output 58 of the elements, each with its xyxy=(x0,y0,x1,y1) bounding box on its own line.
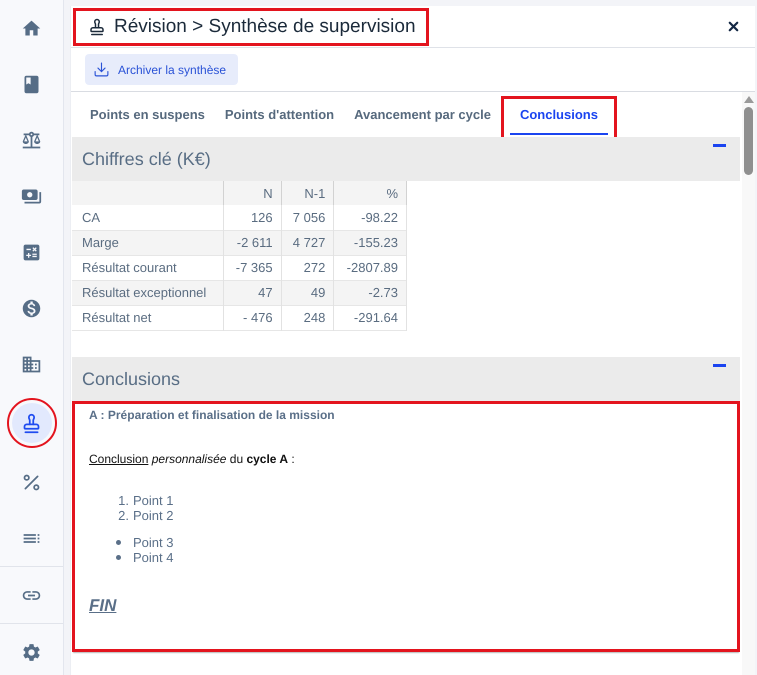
list-item-text: Point 2 xyxy=(133,508,174,522)
stamp-icon xyxy=(88,18,106,36)
minus-icon xyxy=(713,364,726,366)
conclusion-text: Conclusion personnalisée du cycle A : xyxy=(89,452,295,466)
table-cell: 49 xyxy=(281,280,334,305)
dollar-coin-icon xyxy=(21,298,42,318)
page-title: Révision > Synthèse de supervision xyxy=(114,16,416,38)
scrollbar-thumb[interactable] xyxy=(744,107,753,175)
table-cell: - 476 xyxy=(224,305,282,330)
archive-button[interactable]: Archiver la synthèse xyxy=(85,54,238,85)
list-item-text: Point 4 xyxy=(133,550,174,564)
stamp-icon xyxy=(21,412,42,434)
section-title: Chiffres clé (K€) xyxy=(82,149,211,170)
building-icon xyxy=(21,354,42,374)
minus-icon xyxy=(713,144,726,147)
list-number: 2. xyxy=(117,508,130,522)
download-icon xyxy=(93,61,110,78)
list-item-text: Point 1 xyxy=(133,492,174,508)
table-cell: 126 xyxy=(224,205,282,230)
table-cell: -7 365 xyxy=(224,255,282,280)
table-cell: 272 xyxy=(281,255,334,280)
close-icon xyxy=(726,19,741,34)
cycle-heading: A : Préparation et finalisation de la mission xyxy=(89,408,335,422)
table-cell: 248 xyxy=(281,305,334,330)
table-cell: -98.22 xyxy=(334,205,406,230)
tab[interactable]: Points en suspens xyxy=(80,98,215,135)
scrollbar[interactable] xyxy=(742,92,755,675)
table-cell: -2807.89 xyxy=(334,255,406,280)
settings-icon xyxy=(21,642,42,662)
table-cell: 47 xyxy=(224,280,282,305)
table-cell: 4 727 xyxy=(281,230,334,255)
close-button[interactable] xyxy=(726,19,741,34)
row-label: Résultat exceptionnel xyxy=(72,280,224,305)
scales-icon xyxy=(21,130,42,150)
table-cell: -2.73 xyxy=(334,280,406,305)
row-label: Marge xyxy=(72,230,224,255)
column-header: % xyxy=(334,181,406,205)
table-cell: -2 611 xyxy=(224,230,282,255)
tab[interactable]: Points d'attention xyxy=(214,98,344,135)
scroll-up-icon[interactable] xyxy=(744,96,754,103)
percent-icon xyxy=(21,472,42,492)
column-header: N-1 xyxy=(281,181,334,205)
list-item-text: Point 3 xyxy=(133,534,174,550)
closing-text: FIN xyxy=(89,596,116,616)
section-title: Conclusions xyxy=(82,368,180,390)
list-number: 1. xyxy=(117,492,130,508)
row-label: CA xyxy=(72,205,224,230)
tab[interactable]: Avancement par cycle xyxy=(344,98,501,135)
bullet-icon xyxy=(116,554,121,560)
table-cell: -291.64 xyxy=(334,305,406,330)
calculator-icon xyxy=(21,242,42,262)
table-cell: 7 056 xyxy=(281,205,334,230)
table-cell: -155.23 xyxy=(334,230,406,255)
bullet-icon xyxy=(116,540,121,544)
row-label: Résultat net xyxy=(72,305,224,330)
column-header: N xyxy=(224,181,282,205)
tab[interactable]: Conclusions xyxy=(510,98,608,135)
row-label: Résultat courant xyxy=(72,255,224,280)
